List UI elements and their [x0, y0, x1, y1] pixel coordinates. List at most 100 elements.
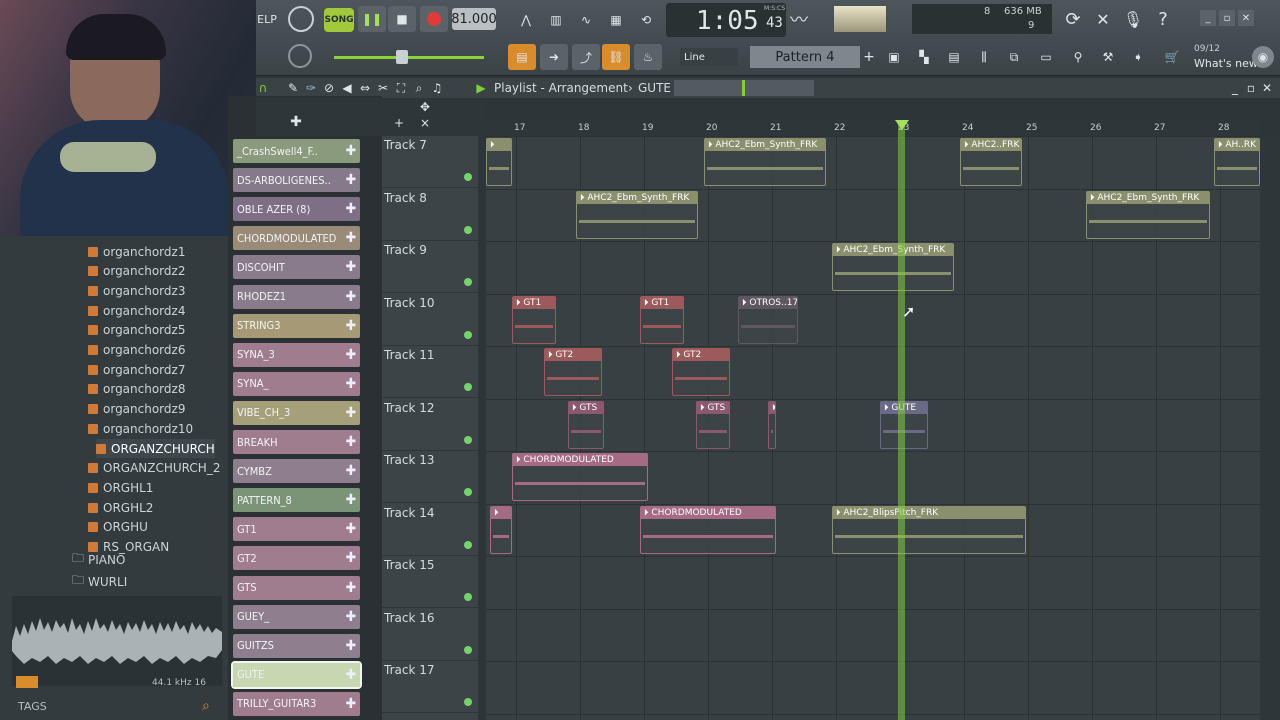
- browser-item[interactable]: organchordz3: [88, 281, 185, 300]
- select-icon[interactable]: ⛶: [394, 80, 408, 96]
- channel-button[interactable]: RHODEZ1 ✚: [233, 284, 360, 309]
- channel-add-icon[interactable]: ✚: [345, 289, 356, 305]
- master-pitch-slider[interactable]: [334, 56, 484, 59]
- pattern-clip[interactable]: ⏵ AH..RK: [1214, 138, 1260, 186]
- channel-add-icon[interactable]: ✚: [345, 434, 356, 450]
- track-mute-led[interactable]: [464, 593, 472, 601]
- add-pattern-icon[interactable]: +: [862, 46, 876, 68]
- pattern-clip[interactable]: ⏵ AHC2_Ebm_Synth_FRK: [832, 243, 954, 291]
- tempo-display[interactable]: 81.000: [451, 8, 497, 30]
- countdown-icon[interactable]: ∿: [572, 6, 600, 34]
- pattern-clip[interactable]: ⏵ GT1: [512, 295, 556, 344]
- channel-button[interactable]: VIBE_CH_3 ✚: [233, 400, 360, 425]
- news-text[interactable]: What's new.: [1194, 57, 1260, 70]
- track-header[interactable]: Track 7: [382, 136, 478, 188]
- globe-icon[interactable]: ◉: [1252, 46, 1274, 68]
- track-header[interactable]: Track 16: [382, 609, 478, 661]
- browser-item[interactable]: organchordz6: [88, 341, 185, 360]
- mute-icon[interactable]: ◀: [340, 80, 354, 96]
- channel-add-icon[interactable]: ✚: [345, 201, 356, 217]
- channel-add-icon[interactable]: ✚: [345, 550, 356, 566]
- pattern-clip[interactable]: ⏵ AHC2..FRK: [960, 138, 1022, 186]
- search-icon[interactable]: ⌕: [202, 698, 220, 716]
- track-mute-led[interactable]: [464, 173, 472, 181]
- pitch-knob[interactable]: [288, 44, 312, 68]
- track-mute-led[interactable]: [464, 435, 472, 444]
- pattern-clip[interactable]: ⏵ GT2: [672, 348, 730, 396]
- channel-button[interactable]: GTS ✚: [233, 575, 360, 600]
- time-display[interactable]: 1:05 43 M:S:CS: [666, 3, 786, 37]
- add-track-icon[interactable]: +: [392, 116, 406, 130]
- minimize-button[interactable]: _: [1200, 10, 1216, 26]
- track-mute-led[interactable]: [464, 383, 472, 391]
- channel-button[interactable]: PATTERN_8 ✚: [233, 488, 360, 513]
- pattern-clip[interactable]: ⏵ GT1: [640, 295, 684, 344]
- browser-item[interactable]: organchordz1: [88, 242, 185, 261]
- pencil-icon[interactable]: ✎: [286, 80, 300, 96]
- channel-add-icon[interactable]: ✚: [345, 405, 356, 421]
- link-icon[interactable]: ⛓: [602, 44, 630, 70]
- track-mute-led[interactable]: [464, 225, 472, 234]
- pattern-clip[interactable]: ⏵ AHC2_Ebm_Synth_FRK: [704, 138, 826, 186]
- refresh-icon[interactable]: ⟳: [1060, 6, 1086, 32]
- browser-folder[interactable]: 🗀 WURLI: [72, 572, 127, 591]
- channel-button[interactable]: GT2 ✚: [233, 546, 360, 571]
- browser-item[interactable]: organchordz8: [88, 380, 185, 399]
- delete-icon[interactable]: ⊘: [322, 80, 336, 96]
- curve-icon[interactable]: ⤴: [572, 44, 600, 70]
- pattern-clip[interactable]: ⏵ GTS: [568, 400, 604, 449]
- zoom-icon[interactable]: ⌕: [412, 80, 426, 96]
- channel-button[interactable]: GUITZS ✚: [233, 633, 360, 658]
- project-icon[interactable]: ▭: [1032, 44, 1060, 70]
- track-header[interactable]: Track 8: [382, 189, 478, 241]
- preview-play-icon[interactable]: [16, 676, 38, 688]
- track-header[interactable]: Track 9: [382, 241, 478, 293]
- track-mute-led[interactable]: [464, 330, 472, 339]
- channel-add-icon[interactable]: ✚: [345, 521, 356, 537]
- track-mute-led[interactable]: [464, 645, 472, 654]
- browser-item[interactable]: ORGHL1: [88, 478, 153, 497]
- channel-add-icon[interactable]: ✚: [345, 318, 356, 334]
- pattern-clip[interactable]: ⏵: [490, 505, 512, 554]
- channel-button[interactable]: _CrashSwell4_F.. ✚: [233, 139, 360, 163]
- channel-button[interactable]: GT1 ✚: [233, 517, 360, 542]
- master-volume-knob[interactable]: [288, 6, 314, 32]
- remove-icon[interactable]: ×: [418, 116, 432, 130]
- record-button[interactable]: [420, 6, 448, 32]
- tempo-marker-icon[interactable]: ✚: [286, 114, 306, 130]
- playlist-icon[interactable]: ▣: [880, 44, 908, 70]
- horizontal-scroller[interactable]: [674, 80, 814, 96]
- browser-item[interactable]: ORGHU: [88, 518, 148, 537]
- channel-button[interactable]: SYNA_ ✚: [233, 371, 360, 396]
- song-mode-toggle[interactable]: SONG: [324, 8, 354, 32]
- browser-item[interactable]: organchordz10: [88, 419, 193, 438]
- timeline-ruler[interactable]: 171819202122232425262728: [486, 120, 1260, 136]
- channel-button[interactable]: OBLE AZER (8) ✚: [233, 197, 360, 222]
- tempo-tapper-icon[interactable]: ⚒: [1094, 44, 1122, 70]
- browser-item[interactable]: ORGANZCHURCH_2: [88, 459, 220, 478]
- channel-button[interactable]: BREAKH ✚: [233, 430, 360, 454]
- menu-arrow-icon[interactable]: ▶: [474, 80, 488, 96]
- track-header[interactable]: Track 10: [382, 294, 478, 346]
- track-mute-led[interactable]: [464, 278, 472, 286]
- channel-rack-icon[interactable]: ▤: [940, 44, 968, 70]
- pl-minimize-button[interactable]: _: [1228, 80, 1242, 96]
- snap-icon[interactable]: ▤: [508, 44, 536, 70]
- channel-button[interactable]: GUTE ✚: [231, 660, 362, 689]
- tools-icon[interactable]: ✕: [1090, 6, 1116, 32]
- channel-button[interactable]: TRILLY_GUITAR3 ✚: [233, 691, 360, 716]
- channel-add-icon[interactable]: ✚: [345, 696, 356, 712]
- loop-record-icon[interactable]: ⟲: [632, 6, 660, 34]
- browser-item[interactable]: organchordz4: [88, 301, 185, 320]
- help-menu[interactable]: ELP: [256, 8, 278, 30]
- pattern-clip[interactable]: ⏵: [768, 400, 776, 449]
- channel-add-icon[interactable]: ✚: [345, 259, 356, 275]
- track-header[interactable]: Track 13: [382, 451, 478, 503]
- snap-select[interactable]: Line: [680, 48, 738, 66]
- channel-add-icon[interactable]: ✚: [345, 609, 356, 625]
- pattern-clip[interactable]: ⏵ GT2: [544, 348, 602, 396]
- pattern-clip[interactable]: ⏵ CHORDMODULATED: [640, 505, 776, 554]
- playhead-marker-icon[interactable]: [895, 120, 909, 130]
- track-mute-led[interactable]: [464, 488, 472, 496]
- piano-roll-icon[interactable]: ▚: [910, 44, 938, 70]
